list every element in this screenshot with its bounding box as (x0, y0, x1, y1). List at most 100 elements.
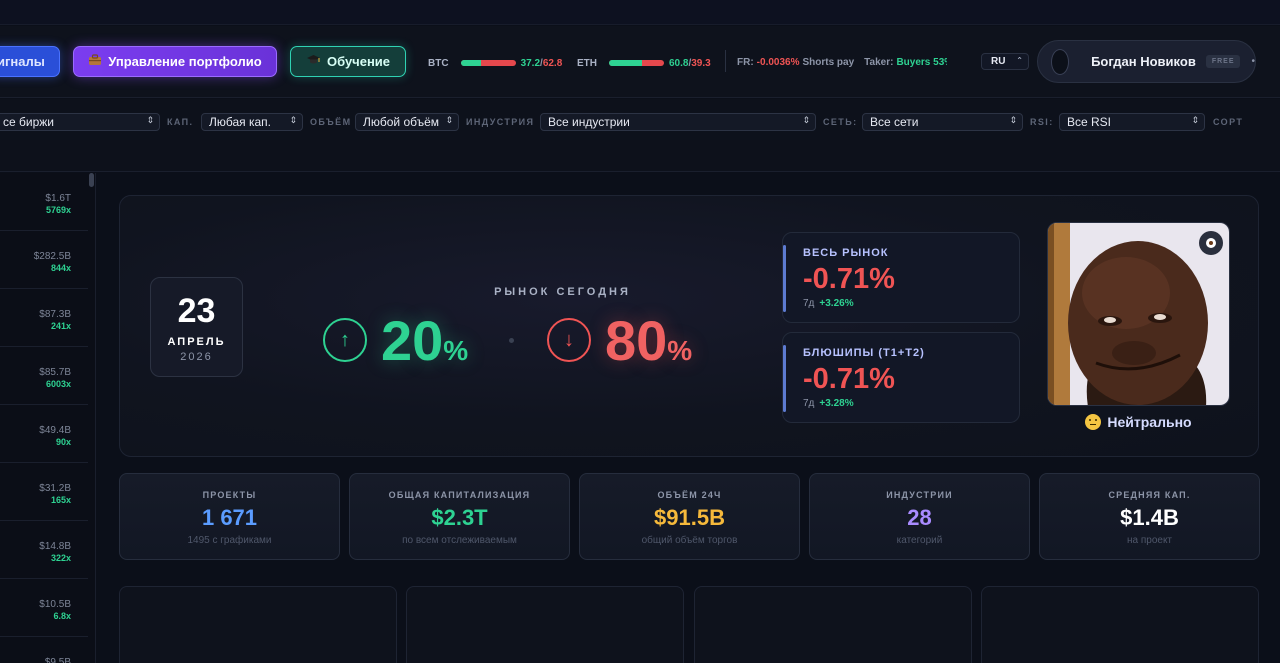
cap-select[interactable]: Любая кап. ⇕ (201, 113, 303, 131)
market-today-panel: 23 АПРЕЛЬ 2026 РЫНОК СЕГОДНЯ ↑ 20% ↓ 80%… (119, 195, 1259, 457)
funding-rate: FR:-0.0036%Shorts pay Taker:Buyers 53% (737, 57, 947, 68)
nav-learning-label: Обучение (326, 54, 391, 69)
date-card: 23 АПРЕЛЬ 2026 (150, 277, 243, 377)
language-select[interactable]: RU ⌃ (981, 53, 1029, 70)
date-month: АПРЕЛЬ (167, 336, 226, 348)
btc-long-fill (460, 60, 482, 66)
top-strip (0, 0, 1280, 25)
sidebar-coin-row[interactable]: $85.7B 6003x (0, 347, 88, 405)
growing-percent-unit: % (443, 335, 469, 366)
whole-market-title: ВЕСЬ РЫНОК (803, 247, 889, 259)
stat-label: ОБЩАЯ КАПИТАЛИЗАЦИЯ (388, 490, 531, 500)
eth-long-fill (609, 60, 643, 66)
industry-value: Все индустрии (548, 115, 630, 129)
card-accent-bar (783, 345, 786, 412)
user-menu[interactable]: Богдан Новиков FREE • (1037, 40, 1256, 83)
falling-percent-value: 80 (605, 309, 668, 372)
stat-label: ОБЪЁМ 24Ч (657, 490, 722, 500)
whole-market-value: -0.71% (803, 263, 895, 295)
nav-signals-label: игналы (0, 54, 45, 69)
stat-subtitle: категорий (896, 535, 943, 546)
bluechips-card[interactable]: БЛЮШИПЫ (T1+T2) -0.71% 7д +3.28% (782, 332, 1020, 423)
stat-card: СРЕДНЯЯ КАП. $1.4B на проект (1039, 473, 1260, 560)
header-divider (725, 50, 726, 72)
coin-market-cap: $9.5B (44, 657, 71, 663)
whole-market-weekly: 7д +3.26% (803, 298, 854, 309)
sidebar-coin-row[interactable]: $282.5B 844x (0, 231, 88, 289)
coin-market-cap: $282.5B (33, 251, 71, 262)
card-accent-bar (783, 245, 786, 312)
nav-signals-button[interactable]: игналы (0, 46, 60, 77)
stat-card: ОБЪЁМ 24Ч $91.5B общий объём торгов (579, 473, 800, 560)
sidebar-coin-row[interactable]: $1.6T 5769x (0, 173, 88, 231)
content-panel (119, 586, 397, 663)
btc-ratio: BTC 37.2/62.8 (428, 57, 562, 69)
volume-select[interactable]: Любой объём ⇕ (355, 113, 459, 131)
chevron-updown-icon: ⇕ (1009, 115, 1017, 125)
content-panel (406, 586, 684, 663)
sidebar-coin-row[interactable]: $9.5B (0, 637, 88, 663)
coin-market-cap: $14.8B (39, 541, 71, 552)
sidebar-coin-row[interactable]: $14.8B 322x (0, 521, 88, 579)
filter-bar: се биржи ⇕ КАП. Любая кап. ⇕ ОБЪЁМ Любой о… (0, 99, 1280, 172)
stat-card: ОБЩАЯ КАПИТАЛИЗАЦИЯ $2.3T по всем отслежив… (349, 473, 570, 560)
sort-label[interactable]: СОРТ (1213, 117, 1243, 127)
separator-dot (509, 338, 514, 343)
sidebar-coin-row[interactable]: $10.5B 6.8x (0, 579, 88, 637)
graduation-cap-icon (306, 54, 321, 69)
avatar[interactable] (1051, 48, 1070, 75)
rsi-label: RSI: (1030, 117, 1054, 127)
coin-market-cap: $49.4B (39, 425, 71, 436)
exchange-select[interactable]: се биржи ⇕ (0, 113, 160, 131)
nav-learning-button[interactable]: Обучение (290, 46, 406, 77)
stat-value: 28 (907, 505, 932, 530)
growing-percent-value: 20 (381, 309, 444, 372)
coin-multiplier: 322x (50, 553, 71, 563)
rsi-select[interactable]: Все RSI ⇕ (1059, 113, 1205, 131)
coin-market-cap: $10.5B (39, 599, 71, 610)
bluechips-title: БЛЮШИПЫ (T1+T2) (803, 347, 925, 359)
eye-icon[interactable] (1199, 231, 1223, 255)
bluechips-value: -0.71% (803, 363, 895, 395)
btc-label: BTC (428, 57, 449, 69)
sidebar-scrollbar[interactable] (89, 173, 94, 187)
chevron-updown-icon: ⇕ (445, 115, 453, 125)
fr-label: FR: (737, 57, 754, 68)
stat-label: ПРОЕКТЫ (202, 490, 257, 500)
whole-market-card[interactable]: ВЕСЬ РЫНОК -0.71% 7д +3.26% (782, 232, 1020, 323)
network-select[interactable]: Все сети ⇕ (862, 113, 1023, 131)
nav-portfolio-button[interactable]: Управление портфолио (73, 46, 277, 77)
sidebar-coin-row[interactable]: $87.3B 241x (0, 289, 88, 347)
eye-icon-ball (1206, 238, 1216, 248)
eth-ratio-bar (609, 60, 664, 66)
header: игналы Управление портфолио Обучение BTC… (0, 26, 1280, 98)
stat-subtitle: по всем отслеживаемым (402, 535, 517, 546)
sentiment-value: Нейтрально (1107, 414, 1192, 430)
volume-label: ОБЪЁМ (310, 117, 352, 127)
date-day: 23 (177, 292, 216, 330)
taker-value: Buyers 53% (896, 57, 947, 68)
sidebar-coin-row[interactable]: $49.4B 90x (0, 405, 88, 463)
industry-select[interactable]: Все индустрии ⇕ (540, 113, 816, 131)
sidebar-list: $1.6T 5769x $282.5B 844x $87.3B 241x $85.7B 600… (0, 173, 96, 663)
sentiment-status: Нейтрально (1047, 414, 1230, 430)
falling-percent: 80% (605, 311, 692, 381)
coin-multiplier: 844x (50, 263, 71, 273)
stat-label: ИНДУСТРИИ (886, 490, 953, 500)
market-today-title: РЫНОК СЕГОДНЯ (494, 286, 631, 298)
plan-badge: FREE (1205, 55, 1241, 68)
chevron-updown-icon: ⇕ (802, 115, 810, 125)
sidebar-coin-row[interactable]: $31.2B 165x (0, 463, 88, 521)
eth-long-value: 60.8 (669, 57, 689, 69)
whole-market-change: +3.26% (819, 298, 854, 309)
briefcase-icon (88, 54, 102, 69)
coin-multiplier: 5769x (45, 205, 71, 215)
coin-market-cap: $87.3B (39, 309, 71, 320)
chevron-updown-icon: ⇕ (146, 115, 154, 125)
date-year: 2026 (180, 351, 213, 363)
bluechips-weekly: 7д +3.28% (803, 398, 854, 409)
menu-dot-icon[interactable]: • (1251, 56, 1255, 67)
rsi-value: Все RSI (1067, 115, 1112, 129)
coin-multiplier: 90x (55, 437, 71, 447)
content-panel (694, 586, 972, 663)
